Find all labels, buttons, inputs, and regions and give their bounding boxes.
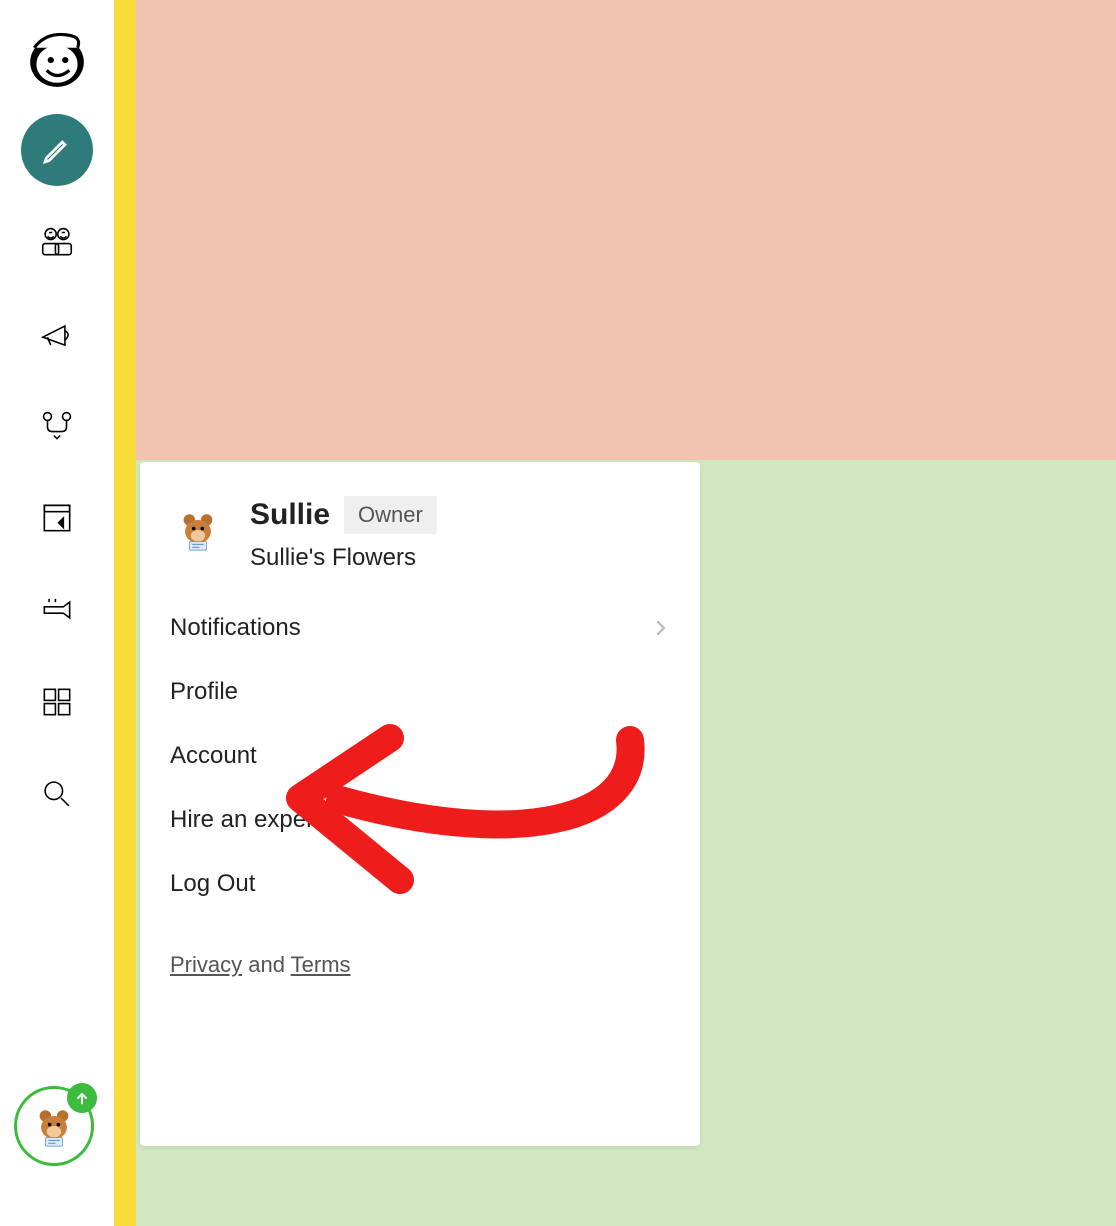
- legal-separator: and: [242, 952, 291, 977]
- content-studio-icon: [38, 499, 76, 537]
- bear-avatar-icon: [31, 1103, 77, 1149]
- menu-item-notifications[interactable]: Notifications: [140, 596, 700, 660]
- search-icon: [38, 775, 76, 813]
- mailchimp-logo[interactable]: [21, 22, 93, 94]
- upgrade-badge: [67, 1083, 97, 1113]
- menu-item-label: Profile: [170, 678, 238, 706]
- yellow-accent-strip: [114, 0, 136, 1226]
- search-nav[interactable]: [21, 758, 93, 830]
- integrations-icon: [38, 591, 76, 629]
- menu-item-logout[interactable]: Log Out: [140, 852, 700, 916]
- audience-nav[interactable]: [21, 206, 93, 278]
- privacy-link[interactable]: Privacy: [170, 952, 242, 977]
- campaigns-nav[interactable]: [21, 298, 93, 370]
- apps-grid-icon: [38, 683, 76, 721]
- apps-nav[interactable]: [21, 666, 93, 738]
- automations-nav[interactable]: [21, 390, 93, 462]
- pencil-icon: [41, 134, 73, 166]
- bear-avatar-icon: [175, 507, 221, 553]
- user-role-badge: Owner: [344, 496, 437, 534]
- mailchimp-freddie-icon: [24, 25, 90, 91]
- menu-item-label: Hire an expert: [170, 806, 321, 834]
- create-button[interactable]: [21, 114, 93, 186]
- menu-item-profile[interactable]: Profile: [140, 660, 700, 724]
- menu-item-hire-expert[interactable]: Hire an expert: [140, 788, 700, 852]
- account-menu-avatar: [170, 502, 226, 558]
- chevron-right-icon: [652, 619, 670, 637]
- account-avatar-button[interactable]: [14, 1086, 94, 1166]
- audience-icon: [38, 223, 76, 261]
- arrow-up-icon: [74, 1090, 90, 1106]
- account-menu-popup: Sullie Owner Sullie's Flowers Notificati…: [140, 462, 700, 1146]
- account-menu-header: Sullie Owner Sullie's Flowers: [140, 496, 700, 596]
- journey-icon: [38, 407, 76, 445]
- content-nav[interactable]: [21, 482, 93, 554]
- legal-links: Privacy and Terms: [140, 916, 700, 978]
- menu-item-account[interactable]: Account: [140, 724, 700, 788]
- terms-link[interactable]: Terms: [291, 952, 351, 977]
- menu-item-label: Account: [170, 742, 257, 770]
- menu-item-label: Log Out: [170, 870, 255, 898]
- content-panel-top: [136, 0, 1116, 460]
- menu-item-label: Notifications: [170, 614, 301, 642]
- user-organization: Sullie's Flowers: [250, 544, 437, 572]
- user-name: Sullie: [250, 498, 330, 532]
- sidebar-rail: [0, 0, 114, 1226]
- megaphone-icon: [38, 315, 76, 353]
- integrations-nav[interactable]: [21, 574, 93, 646]
